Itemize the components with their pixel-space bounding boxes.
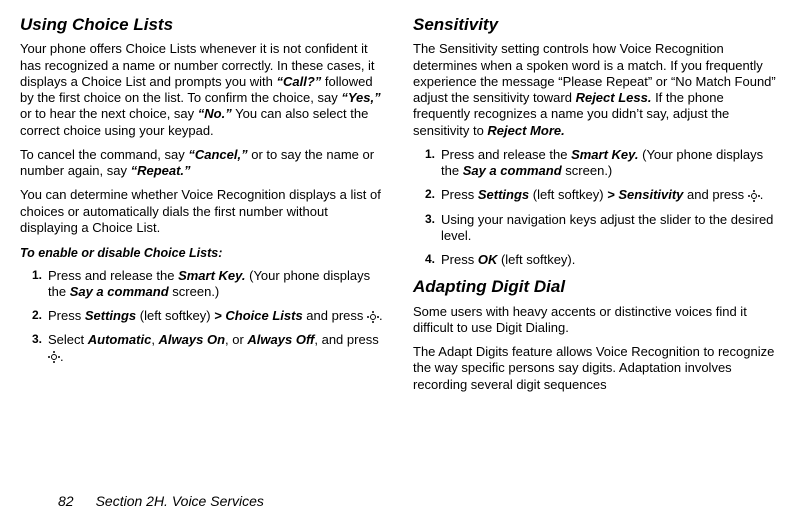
softkey-ok: OK	[478, 252, 498, 267]
text: or to hear the next choice, say	[20, 106, 198, 121]
step-number: 2.	[32, 308, 42, 323]
screen-say-a-command: Say a command	[463, 163, 562, 178]
step-number: 3.	[425, 212, 435, 227]
text: .	[60, 349, 64, 364]
voice-command-yes: “Yes,”	[341, 90, 380, 105]
separator-gt: >	[214, 308, 222, 323]
left-column: Using Choice Lists Your phone offers Cho…	[20, 14, 389, 479]
page: Using Choice Lists Your phone offers Cho…	[0, 0, 802, 520]
step-number: 1.	[425, 147, 435, 162]
text: .	[760, 187, 764, 202]
paragraph: The Adapt Digits feature allows Voice Re…	[413, 344, 782, 393]
voice-command-no: “No.”	[198, 106, 232, 121]
menu-choice-lists: Choice Lists	[225, 308, 302, 323]
list-item: 1. Press and release the Smart Key. (You…	[427, 147, 782, 180]
option-automatic: Automatic	[88, 332, 152, 347]
text: Using your navigation keys adjust the sl…	[441, 212, 773, 243]
text: (left softkey)	[136, 308, 214, 323]
text: .	[379, 308, 383, 323]
text: Press	[441, 252, 478, 267]
text: Press and release the	[441, 147, 571, 162]
voice-command-repeat: “Repeat.”	[131, 163, 191, 178]
list-item: 2. Press Settings (left softkey) > Choic…	[34, 308, 389, 324]
text: Press and release the	[48, 268, 178, 283]
text: To cancel the command, say	[20, 147, 188, 162]
paragraph: Your phone offers Choice Lists whenever …	[20, 41, 389, 139]
right-column: Sensitivity The Sensitivity setting cont…	[413, 14, 782, 479]
option-reject-less: Reject Less.	[576, 90, 652, 105]
option-reject-more: Reject More.	[487, 123, 564, 138]
paragraph: Some users with heavy accents or distinc…	[413, 304, 782, 337]
heading-adapting-digit-dial: Adapting Digit Dial	[413, 276, 782, 297]
nav-key-icon	[48, 351, 60, 363]
softkey-settings: Settings	[85, 308, 136, 323]
page-number: 82	[58, 493, 74, 509]
heading-choice-lists: Using Choice Lists	[20, 14, 389, 35]
action-heading: To enable or disable Choice Lists:	[20, 246, 389, 262]
text: and press	[303, 308, 367, 323]
text: (left softkey)	[529, 187, 607, 202]
text: (left softkey).	[497, 252, 575, 267]
columns: Using Choice Lists Your phone offers Cho…	[20, 14, 782, 479]
paragraph: The Sensitivity setting controls how Voi…	[413, 41, 782, 139]
heading-sensitivity: Sensitivity	[413, 14, 782, 35]
list-item: 2. Press Settings (left softkey) > Sensi…	[427, 187, 782, 203]
text: Press	[48, 308, 85, 323]
voice-command-cancel: “Cancel,”	[188, 147, 247, 162]
screen-say-a-command: Say a command	[70, 284, 169, 299]
list-item: 3. Select Automatic, Always On, or Alway…	[34, 332, 389, 365]
step-number: 3.	[32, 332, 42, 347]
menu-sensitivity: Sensitivity	[618, 187, 683, 202]
step-number: 2.	[425, 187, 435, 202]
text: , or	[225, 332, 247, 347]
text: ,	[151, 332, 158, 347]
text: Select	[48, 332, 88, 347]
nav-key-icon	[748, 190, 760, 202]
option-always-off: Always Off	[247, 332, 314, 347]
list-item: 4. Press OK (left softkey).	[427, 252, 782, 268]
steps-list: 1. Press and release the Smart Key. (You…	[20, 268, 389, 365]
text: screen.)	[169, 284, 220, 299]
text: screen.)	[562, 163, 613, 178]
page-footer: 82 Section 2H. Voice Services	[20, 479, 782, 520]
list-item: 1. Press and release the Smart Key. (You…	[34, 268, 389, 301]
key-smartkey: Smart Key.	[571, 147, 638, 162]
separator-gt: >	[607, 187, 615, 202]
text: Press	[441, 187, 478, 202]
key-smartkey: Smart Key.	[178, 268, 245, 283]
text: , and press	[314, 332, 378, 347]
steps-list: 1. Press and release the Smart Key. (You…	[413, 147, 782, 269]
step-number: 4.	[425, 252, 435, 267]
text: and press	[683, 187, 747, 202]
paragraph: To cancel the command, say “Cancel,” or …	[20, 147, 389, 180]
nav-key-icon	[367, 311, 379, 323]
step-number: 1.	[32, 268, 42, 283]
section-title: Section 2H. Voice Services	[96, 493, 264, 509]
voice-command-call: “Call?”	[277, 74, 322, 89]
list-item: 3. Using your navigation keys adjust the…	[427, 212, 782, 245]
paragraph: You can determine whether Voice Recognit…	[20, 187, 389, 236]
softkey-settings: Settings	[478, 187, 529, 202]
option-always-on: Always On	[159, 332, 225, 347]
